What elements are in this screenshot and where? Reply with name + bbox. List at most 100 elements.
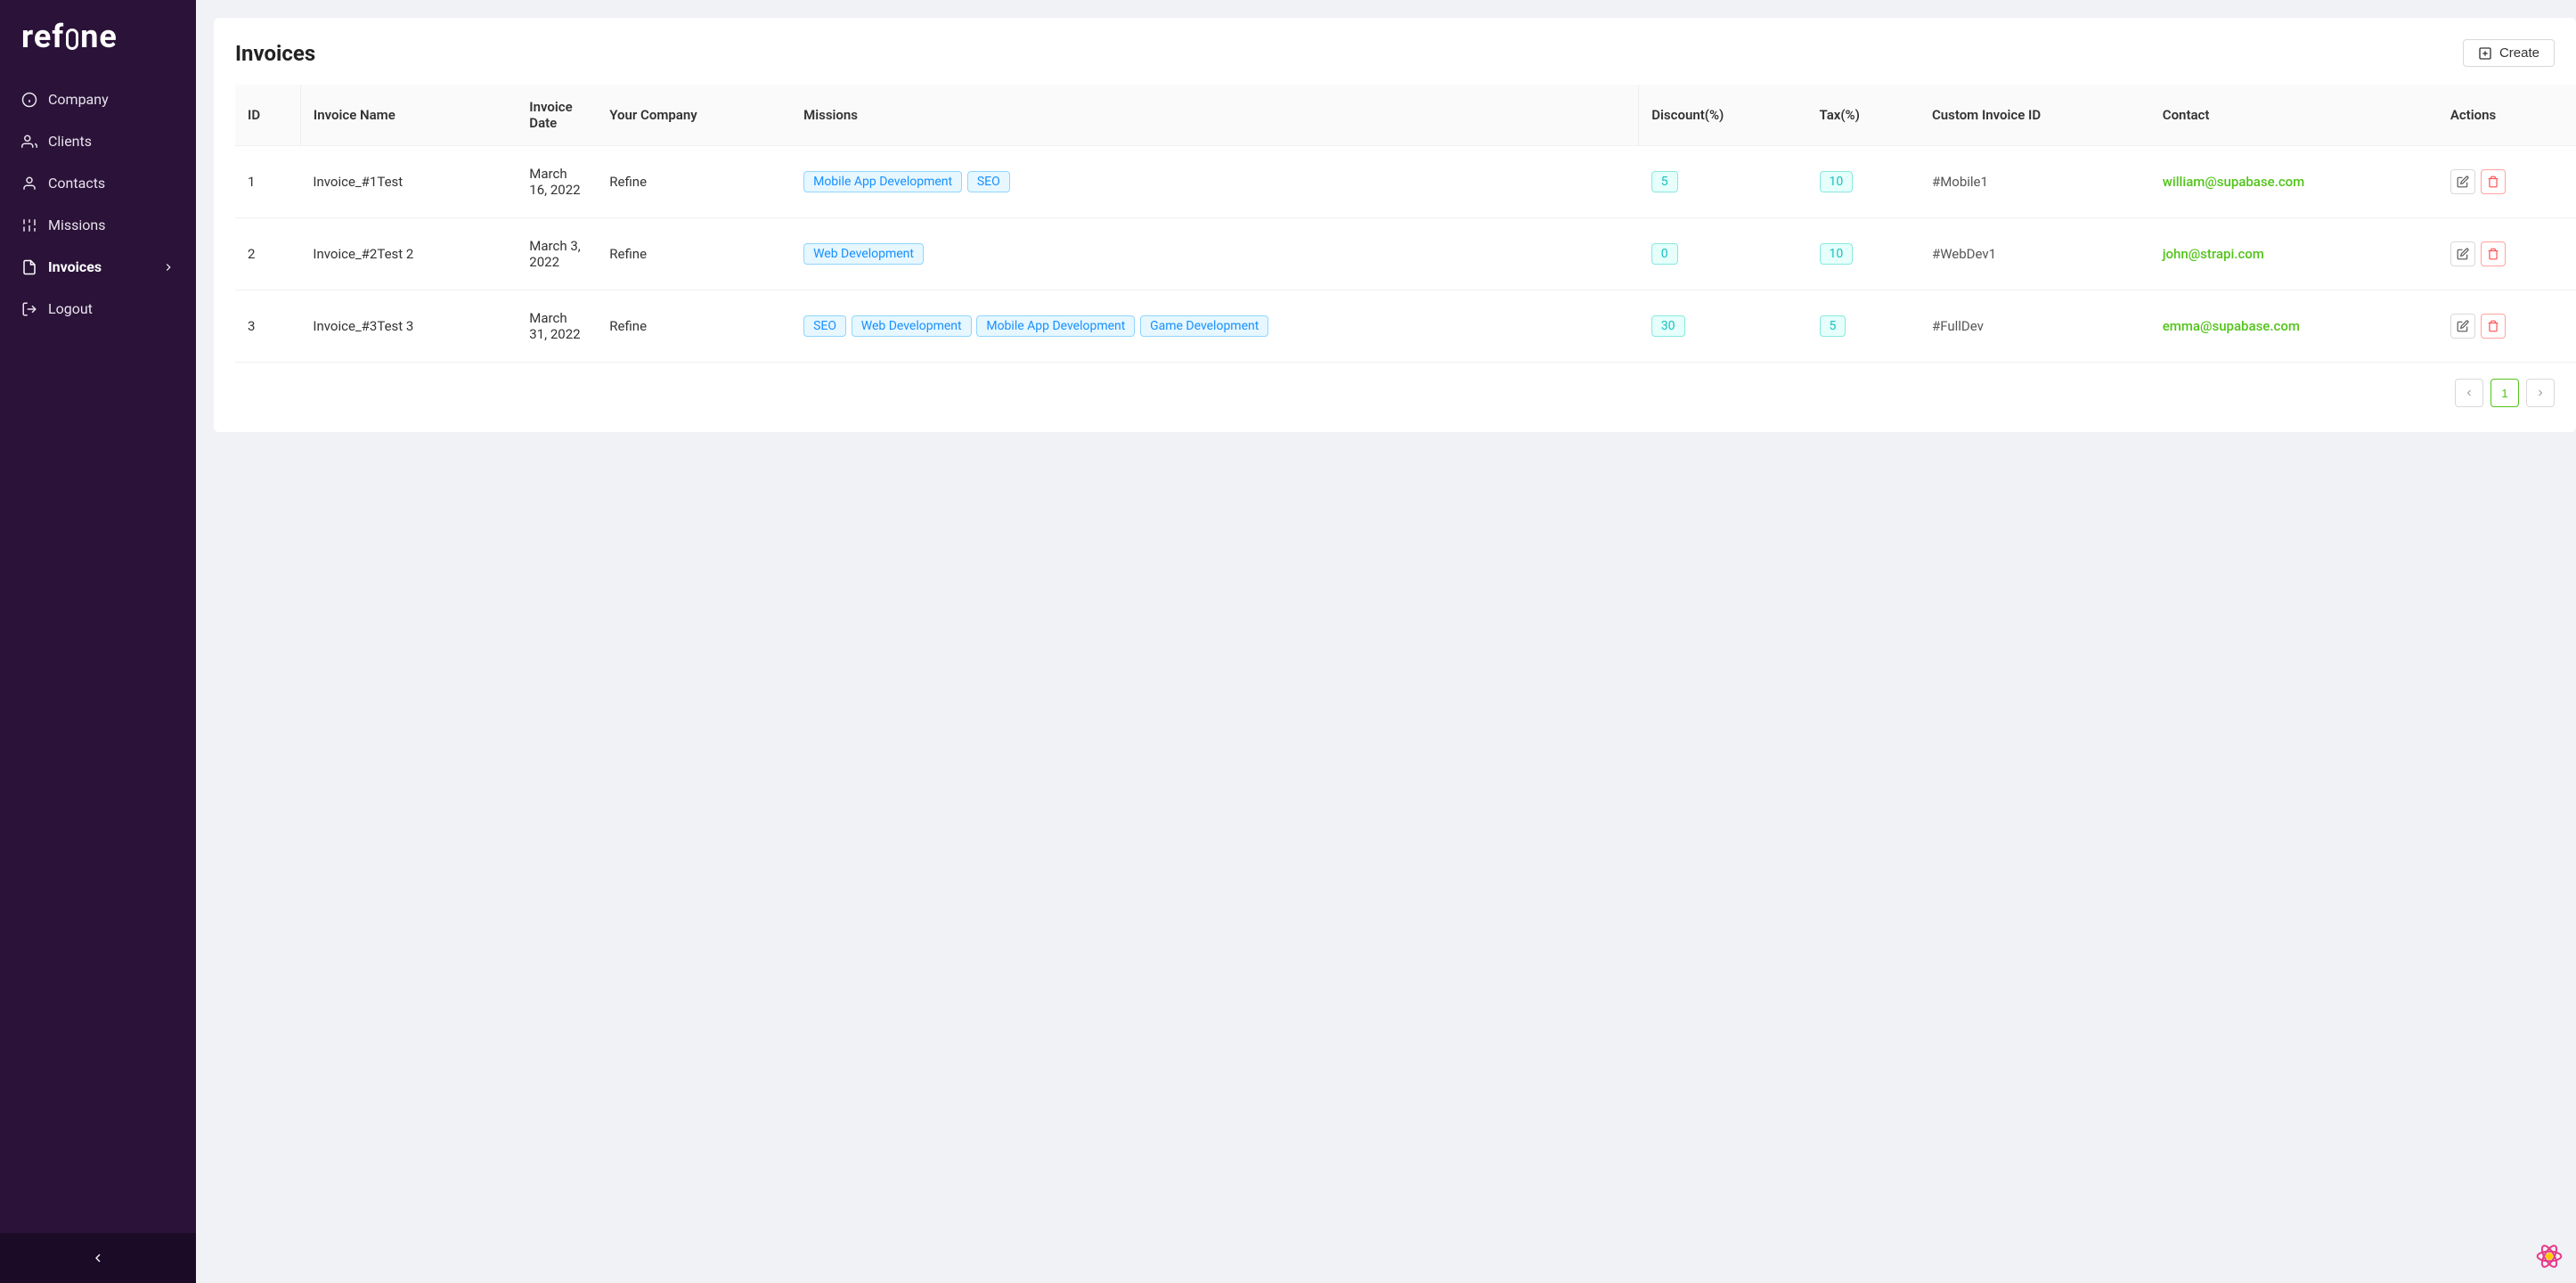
cell-tax: 5 — [1807, 290, 1920, 363]
nav: Company Clients Contacts Missions — [0, 73, 196, 1233]
chevron-left-icon — [2464, 388, 2474, 398]
sidebar-item-label: Invoices — [48, 258, 102, 275]
sidebar-item-label: Missions — [48, 217, 105, 233]
person-group-icon — [21, 134, 37, 150]
cell-actions — [2438, 290, 2576, 363]
sidebar: refne Company Clients Contacts — [0, 0, 196, 1283]
cell-actions — [2438, 218, 2576, 290]
col-date[interactable]: Invoice Date — [517, 85, 597, 146]
discount-badge: 0 — [1651, 243, 1678, 265]
cell-missions: Web Development — [791, 218, 1639, 290]
col-name[interactable]: Invoice Name — [300, 85, 517, 146]
cell-id: 1 — [235, 146, 300, 218]
edit-icon — [2457, 176, 2469, 188]
contact-email[interactable]: john@strapi.com — [2163, 246, 2264, 262]
cell-contact: john@strapi.com — [2150, 218, 2438, 290]
sliders-icon — [21, 217, 37, 233]
page-title: Invoices — [235, 41, 315, 66]
mission-tag: Mobile App Development — [803, 171, 962, 192]
invoices-card: Invoices Create ID Invoice Name Invoice … — [214, 18, 2576, 432]
mission-tag: Web Development — [803, 243, 924, 265]
table-row: 1Invoice_#1TestMarch 16, 2022RefineMobil… — [235, 146, 2576, 218]
cell-contact: emma@supabase.com — [2150, 290, 2438, 363]
logo: refne — [0, 0, 196, 73]
file-icon — [21, 259, 37, 275]
cell-date: March 31, 2022 — [517, 290, 597, 363]
cell-missions: Mobile App Development SEO — [791, 146, 1639, 218]
cell-actions — [2438, 146, 2576, 218]
cell-discount: 5 — [1639, 146, 1807, 218]
contact-email[interactable]: emma@supabase.com — [2163, 318, 2300, 334]
cell-custom-id: #WebDev1 — [1920, 218, 2150, 290]
cell-date: March 3, 2022 — [517, 218, 597, 290]
cell-id: 2 — [235, 218, 300, 290]
trash-icon — [2487, 320, 2499, 332]
discount-badge: 30 — [1651, 315, 1685, 337]
discount-badge: 5 — [1651, 171, 1678, 192]
plus-square-icon — [2478, 46, 2492, 61]
logout-icon — [21, 301, 37, 317]
cell-discount: 30 — [1639, 290, 1807, 363]
cell-id: 3 — [235, 290, 300, 363]
cell-contact: william@supabase.com — [2150, 146, 2438, 218]
cell-company: Refine — [597, 218, 791, 290]
cell-company: Refine — [597, 146, 791, 218]
cell-name: Invoice_#1Test — [300, 146, 517, 218]
col-tax[interactable]: Tax(%) — [1807, 85, 1920, 146]
table-row: 3Invoice_#3Test 3March 31, 2022Refine SEO… — [235, 290, 2576, 363]
chevron-right-icon — [2535, 388, 2546, 398]
invoices-table: ID Invoice Name Invoice Date Your Compan… — [235, 85, 2576, 363]
trash-icon — [2487, 176, 2499, 188]
pager-next[interactable] — [2526, 379, 2555, 407]
person-icon — [21, 176, 37, 192]
mission-tag: SEO — [803, 315, 846, 337]
cell-date: March 16, 2022 — [517, 146, 597, 218]
pager-prev[interactable] — [2455, 379, 2483, 407]
sidebar-item-missions[interactable]: Missions — [0, 204, 196, 246]
cell-tax: 10 — [1807, 218, 1920, 290]
chevron-left-icon — [91, 1251, 105, 1265]
delete-button[interactable] — [2481, 241, 2506, 266]
edit-button[interactable] — [2450, 314, 2475, 339]
delete-button[interactable] — [2481, 169, 2506, 194]
main-content: Invoices Create ID Invoice Name Invoice … — [196, 0, 2576, 1283]
cell-name: Invoice_#2Test 2 — [300, 218, 517, 290]
edit-button[interactable] — [2450, 241, 2475, 266]
pager-page-1[interactable]: 1 — [2490, 379, 2519, 407]
trash-icon — [2487, 248, 2499, 260]
cell-custom-id: #FullDev — [1920, 290, 2150, 363]
sidebar-collapse[interactable] — [0, 1233, 196, 1283]
sidebar-item-label: Company — [48, 91, 109, 108]
col-discount[interactable]: Discount(%) — [1639, 85, 1807, 146]
col-actions[interactable]: Actions — [2438, 85, 2576, 146]
col-company[interactable]: Your Company — [597, 85, 791, 146]
chevron-right-icon — [162, 261, 175, 274]
edit-icon — [2457, 320, 2469, 332]
pagination: 1 — [235, 363, 2576, 407]
tax-badge: 5 — [1820, 315, 1846, 337]
cell-name: Invoice_#3Test 3 — [300, 290, 517, 363]
sidebar-item-label: Clients — [48, 133, 92, 150]
cell-company: Refine — [597, 290, 791, 363]
sidebar-item-label: Logout — [48, 300, 93, 317]
col-custom-id[interactable]: Custom Invoice ID — [1920, 85, 2150, 146]
sidebar-item-company[interactable]: Company — [0, 78, 196, 120]
devtools-icon[interactable] — [2535, 1242, 2564, 1271]
mission-tag: SEO — [967, 171, 1010, 192]
col-contact[interactable]: Contact — [2150, 85, 2438, 146]
col-id[interactable]: ID — [235, 85, 300, 146]
sidebar-item-contacts[interactable]: Contacts — [0, 162, 196, 204]
col-missions[interactable]: Missions — [791, 85, 1639, 146]
info-icon — [21, 92, 37, 108]
mission-tag: Web Development — [852, 315, 972, 337]
sidebar-item-invoices[interactable]: Invoices — [0, 246, 196, 288]
sidebar-item-clients[interactable]: Clients — [0, 120, 196, 162]
contact-email[interactable]: william@supabase.com — [2163, 174, 2304, 190]
mission-tag: Mobile App Development — [976, 315, 1135, 337]
create-button[interactable]: Create — [2463, 39, 2555, 67]
cell-discount: 0 — [1639, 218, 1807, 290]
create-button-label: Create — [2499, 45, 2539, 61]
sidebar-item-logout[interactable]: Logout — [0, 288, 196, 330]
edit-button[interactable] — [2450, 169, 2475, 194]
delete-button[interactable] — [2481, 314, 2506, 339]
